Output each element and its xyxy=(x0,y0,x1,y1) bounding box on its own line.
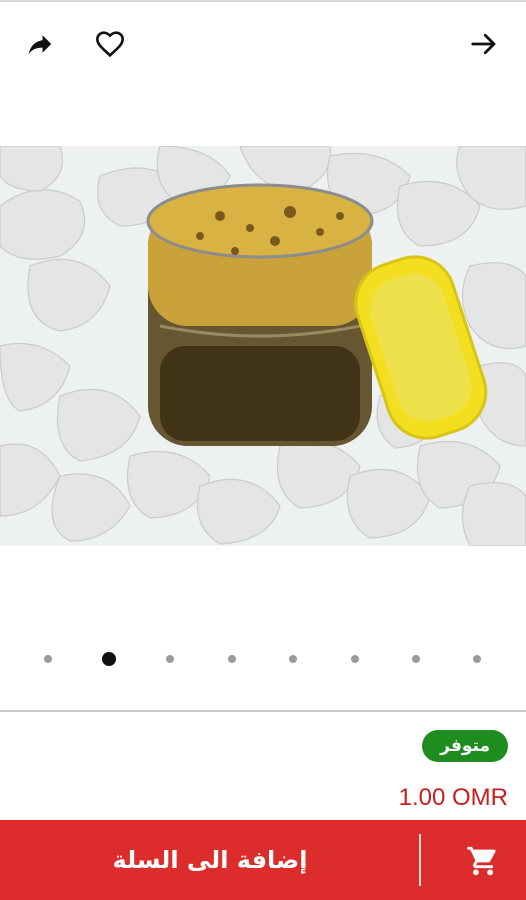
arrow-right-icon xyxy=(471,33,496,55)
add-to-cart-label: إضافة الى السلة xyxy=(112,846,308,874)
availability-badge: متوفر xyxy=(422,730,508,762)
image-pager xyxy=(0,648,526,670)
pager-dot-7[interactable] xyxy=(412,655,420,663)
pager-dot-5[interactable] xyxy=(289,655,297,663)
heart-outline-icon xyxy=(95,31,125,58)
product-photo-illustration xyxy=(0,146,526,546)
add-to-cart-button[interactable]: إضافة الى السلة xyxy=(0,820,526,900)
pager-dot-3[interactable] xyxy=(166,655,174,663)
top-toolbar xyxy=(0,2,526,86)
shopping-cart-icon xyxy=(466,844,500,878)
share-icon xyxy=(28,35,52,54)
share-button[interactable] xyxy=(22,26,58,62)
pager-dot-1[interactable] xyxy=(44,655,52,663)
section-divider xyxy=(0,710,526,712)
pager-dot-4[interactable] xyxy=(228,655,236,663)
pager-dot-6[interactable] xyxy=(351,655,359,663)
favorite-button[interactable] xyxy=(92,26,128,62)
forward-button[interactable] xyxy=(466,26,502,62)
pager-dot-2[interactable] xyxy=(102,652,116,666)
product-image[interactable] xyxy=(0,146,526,546)
cart-separator xyxy=(419,834,421,886)
pager-dot-8[interactable] xyxy=(473,655,481,663)
product-price: 1.00 OMR xyxy=(398,784,508,811)
